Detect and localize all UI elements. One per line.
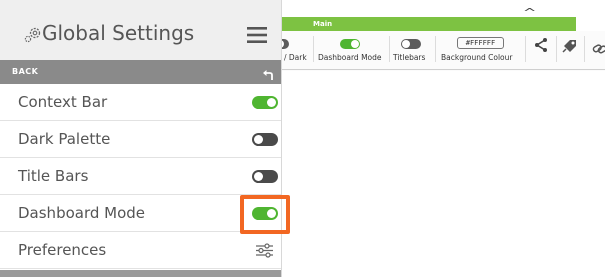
setting-row-dark-palette[interactable]: Dark Palette (0, 121, 281, 158)
share-icon[interactable] (533, 37, 549, 57)
ribbon-dashboard-mode-label: Dashboard Mode (318, 53, 382, 62)
setting-label: Preferences (18, 241, 107, 259)
ribbon-dark-label: / Dark (284, 53, 307, 62)
ribbon-background-colour-label: Background Colour (441, 53, 513, 62)
back-button[interactable]: BACK (0, 60, 281, 84)
gear-icon (24, 26, 42, 48)
ribbon-titlebars-label: Titlebars (393, 53, 426, 62)
ribbon-separator (525, 36, 526, 62)
ribbon-separator (556, 36, 557, 62)
context-bar-toggle[interactable] (252, 96, 278, 109)
sliders-icon[interactable] (256, 243, 273, 262)
ribbon-titlebars-toggle[interactable] (401, 39, 421, 49)
dashboard-mode-toggle[interactable] (252, 207, 278, 220)
ribbon-separator (389, 36, 390, 62)
ribbon-section-header: Main (280, 17, 576, 31)
panel-title: Global Settings (42, 21, 195, 45)
background-colour-input[interactable]: #FFFFFF (457, 37, 504, 49)
global-settings-panel: Global Settings BACK Context Bar Dark Pa… (0, 0, 282, 277)
tag-icon[interactable] (561, 37, 579, 59)
hamburger-menu-icon[interactable] (247, 27, 267, 47)
link-icon[interactable] (592, 40, 605, 59)
ribbon-separator (435, 36, 436, 62)
setting-row-context-bar[interactable]: Context Bar (0, 84, 281, 121)
title-bars-toggle[interactable] (252, 170, 278, 183)
ribbon-section-title: Main (313, 20, 333, 28)
setting-row-dashboard-mode[interactable]: Dashboard Mode (0, 195, 281, 232)
panel-header: Global Settings (0, 0, 281, 60)
setting-row-preferences[interactable]: Preferences (0, 232, 281, 269)
ribbon-divider (280, 69, 605, 70)
setting-label: Title Bars (18, 167, 89, 185)
ribbon-separator (584, 36, 585, 62)
back-arrow-icon (262, 66, 274, 85)
ribbon-separator (313, 36, 314, 62)
setting-label: Dashboard Mode (18, 204, 146, 222)
back-label: BACK (12, 67, 39, 76)
panel-footer (0, 270, 281, 277)
setting-label: Context Bar (18, 93, 108, 111)
setting-label: Dark Palette (18, 130, 111, 148)
dark-palette-toggle[interactable] (252, 133, 278, 146)
setting-row-title-bars[interactable]: Title Bars (0, 158, 281, 195)
ribbon-dashboard-mode-toggle[interactable] (340, 39, 360, 49)
